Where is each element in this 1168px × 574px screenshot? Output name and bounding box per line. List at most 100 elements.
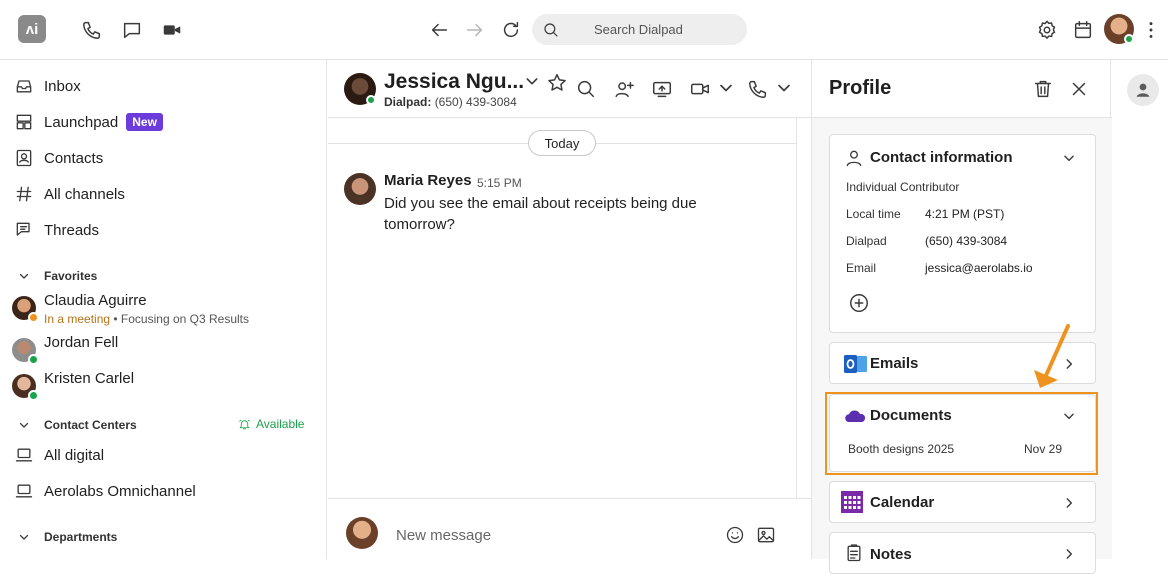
emoji-icon[interactable]: [725, 525, 745, 545]
sidebar-item-contacts[interactable]: Contacts: [14, 147, 103, 169]
message-icon[interactable]: [121, 19, 143, 41]
calendar-card[interactable]: Calendar: [829, 481, 1096, 523]
chevron-down-icon: [18, 270, 30, 282]
message-time: 5:15 PM: [477, 176, 522, 190]
sidebar-item-inbox[interactable]: Inbox: [14, 75, 81, 97]
star-icon[interactable]: [546, 72, 568, 94]
message-list: Today Maria Reyes 5:15 PM Did you see th…: [328, 118, 796, 498]
more-vertical-icon[interactable]: [1140, 19, 1162, 41]
video-icon[interactable]: [161, 19, 183, 41]
chevron-down-icon[interactable]: [524, 73, 540, 89]
chevron-down-icon[interactable]: [716, 78, 738, 100]
profile-toggle-button[interactable]: [1127, 74, 1159, 106]
favorite-name: Jordan Fell: [44, 334, 119, 351]
laptop-icon: [14, 481, 34, 501]
search-icon: [542, 21, 560, 39]
favorite-claudia-aguirre[interactable]: Claudia Aguirre In a meeting • Focusing …: [12, 292, 312, 326]
close-icon[interactable]: [1068, 78, 1090, 100]
calendar-grid-icon: [840, 490, 864, 514]
sidebar-item-all-channels[interactable]: All channels: [14, 183, 125, 205]
sidebar-item-aerolabs-omnichannel[interactable]: Aerolabs Omnichannel: [14, 480, 196, 502]
chat-header: Jessica Ngu... Dialpad: (650) 439-3084: [328, 60, 811, 118]
laptop-icon: [14, 445, 34, 465]
message-input[interactable]: New message: [396, 527, 491, 544]
message-author[interactable]: Maria Reyes: [384, 172, 472, 189]
sidebar-item-label: Aerolabs Omnichannel: [44, 482, 196, 500]
sidebar-item-label: All digital: [44, 446, 105, 464]
search-placeholder: Search Dialpad: [594, 22, 683, 37]
annotation-arrow-icon: [1028, 322, 1076, 392]
info-label: Email: [846, 261, 877, 275]
hash-icon: [14, 184, 34, 204]
sidebar-item-launchpad[interactable]: Launchpad New: [14, 111, 163, 133]
sidebar-item-all-digital[interactable]: All digital: [14, 444, 104, 466]
presence-dot: [28, 354, 39, 365]
person-icon: [1134, 81, 1152, 99]
card-title: Emails: [870, 355, 919, 372]
back-arrow-icon[interactable]: [428, 19, 450, 41]
profile-title: Profile: [829, 77, 892, 99]
sidebar-item-label: All channels: [44, 185, 125, 203]
info-value[interactable]: jessica@aerolabs.io: [925, 261, 1033, 275]
card-title: Contact information: [870, 149, 1013, 166]
search-input[interactable]: Search Dialpad: [532, 14, 747, 45]
chevron-down-icon[interactable]: [1062, 151, 1076, 165]
contact-centers-section-toggle[interactable]: Contact Centers: [18, 418, 137, 432]
presence-dot: [28, 312, 39, 323]
refresh-icon[interactable]: [500, 19, 522, 41]
top-bar: ʌi Search Dialpad: [0, 0, 1168, 60]
sidebar-item-threads[interactable]: Threads: [14, 219, 99, 241]
section-title: Contact Centers: [44, 418, 137, 432]
profile-panel: Profile Contact information Individual C…: [811, 60, 1112, 574]
bell-icon: [238, 418, 251, 431]
favorite-name: Claudia Aguirre: [44, 292, 147, 309]
availability-status[interactable]: Available: [238, 417, 304, 431]
sidebar-item-label: Threads: [44, 221, 100, 239]
add-user-icon[interactable]: [613, 78, 635, 100]
forward-arrow-icon[interactable]: [464, 19, 486, 41]
share-screen-icon[interactable]: [651, 78, 673, 100]
avatar[interactable]: [344, 173, 376, 205]
favorite-status: In a meeting • Focusing on Q3 Results: [44, 312, 249, 326]
gear-icon[interactable]: [1036, 19, 1058, 41]
phone-icon[interactable]: [81, 19, 103, 41]
sidebar-item-label: Inbox: [44, 77, 81, 95]
new-badge: New: [126, 113, 163, 131]
favorite-name: Kristen Carlel: [44, 370, 135, 387]
presence-dot: [366, 95, 376, 105]
chevron-down-icon: [18, 531, 30, 543]
inbox-icon: [14, 76, 34, 96]
phone-icon[interactable]: [747, 78, 769, 100]
person-icon: [844, 148, 864, 168]
departments-section-toggle[interactable]: Departments: [18, 530, 117, 544]
trash-icon[interactable]: [1032, 78, 1054, 100]
documents-highlight-box: [825, 392, 1098, 475]
video-icon[interactable]: [689, 78, 711, 100]
date-divider: Today: [528, 130, 596, 156]
contacts-icon: [14, 148, 34, 168]
card-title: Calendar: [870, 494, 935, 511]
favorite-kristen-carlel[interactable]: Kristen Carlel: [12, 370, 312, 401]
chevron-down-icon[interactable]: [774, 78, 796, 100]
sidebar: Inbox Launchpad New Contacts All channel…: [0, 60, 327, 559]
favorite-jordan-fell[interactable]: Jordan Fell: [12, 334, 312, 365]
availability-label: Available: [256, 417, 305, 431]
favorites-section-toggle[interactable]: Favorites: [18, 269, 97, 283]
dialpad-logo[interactable]: ʌi: [18, 15, 46, 43]
presence-dot: [28, 390, 39, 401]
contact-name[interactable]: Jessica Ngu...: [384, 70, 524, 94]
message-composer: New message: [328, 498, 811, 559]
info-value[interactable]: (650) 439-3084: [925, 234, 1007, 248]
scrollbar[interactable]: [796, 118, 811, 498]
profile-header: Profile: [812, 60, 1112, 118]
contact-role: Individual Contributor: [846, 180, 960, 194]
calendar-icon[interactable]: [1072, 19, 1094, 41]
notes-card[interactable]: Notes: [829, 532, 1096, 574]
section-title: Favorites: [44, 269, 98, 283]
image-icon[interactable]: [756, 525, 776, 545]
info-label: Dialpad: [846, 234, 887, 248]
chevron-right-icon: [1062, 496, 1076, 510]
search-icon[interactable]: [575, 78, 597, 100]
add-circle-icon[interactable]: [848, 292, 870, 314]
card-title: Notes: [870, 546, 912, 563]
